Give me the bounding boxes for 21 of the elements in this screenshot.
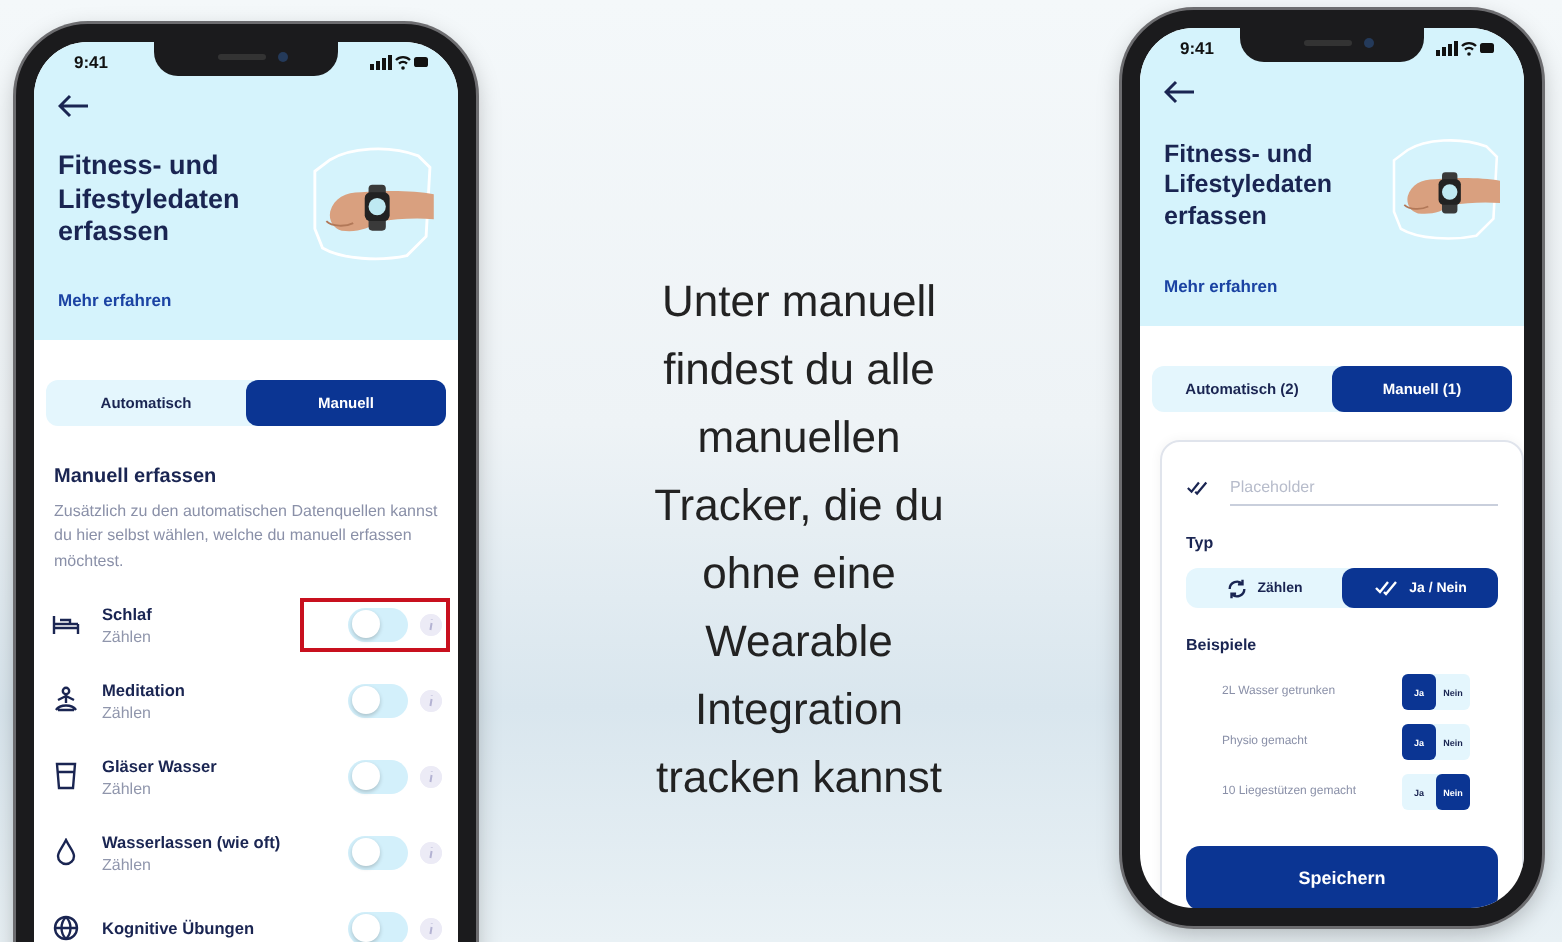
tracker-name: Schlaf [102, 603, 154, 624]
tracker-name: Kognitive Übungen [102, 918, 257, 939]
promo-caption: Unter manuell findest du alle manuellen Tracker, die du ohne eine Wearable Integration tracken kannst [652, 274, 946, 806]
page-title: Fitness- und Lifestyledaten erfassen [58, 149, 242, 251]
tracker-type: Zählen [102, 627, 153, 646]
tracker-name: Wasserlassen (wie oft) [102, 831, 280, 852]
examples-label: Beispiele [1186, 636, 1259, 654]
status-time: 9:41 [1180, 38, 1215, 58]
type-label: Typ [1186, 534, 1216, 552]
tracker-name: Meditation [102, 679, 187, 700]
tracker-type: Zählen [102, 779, 153, 798]
tracker-name: Gläser Wasser [102, 755, 219, 776]
learn-more-link[interactable]: Mehr erfahren [58, 290, 172, 310]
save-button[interactable]: Speichern [1186, 846, 1498, 908]
status-time: 9:41 [74, 52, 109, 72]
section-title: Manuell erfassen [54, 466, 219, 488]
tracker-type: Zählen [102, 855, 153, 874]
tracker-type: Zählen [102, 703, 153, 722]
learn-more-link[interactable]: Mehr erfahren [1164, 276, 1278, 296]
section-description: Zusätzlich zu den automatischen Datenquellen kannst du hier selbst wählen, welche du manuell erfassen möchtest. [54, 500, 440, 574]
page-title: Fitness- und Lifestyledaten erfassen [1164, 139, 1335, 233]
